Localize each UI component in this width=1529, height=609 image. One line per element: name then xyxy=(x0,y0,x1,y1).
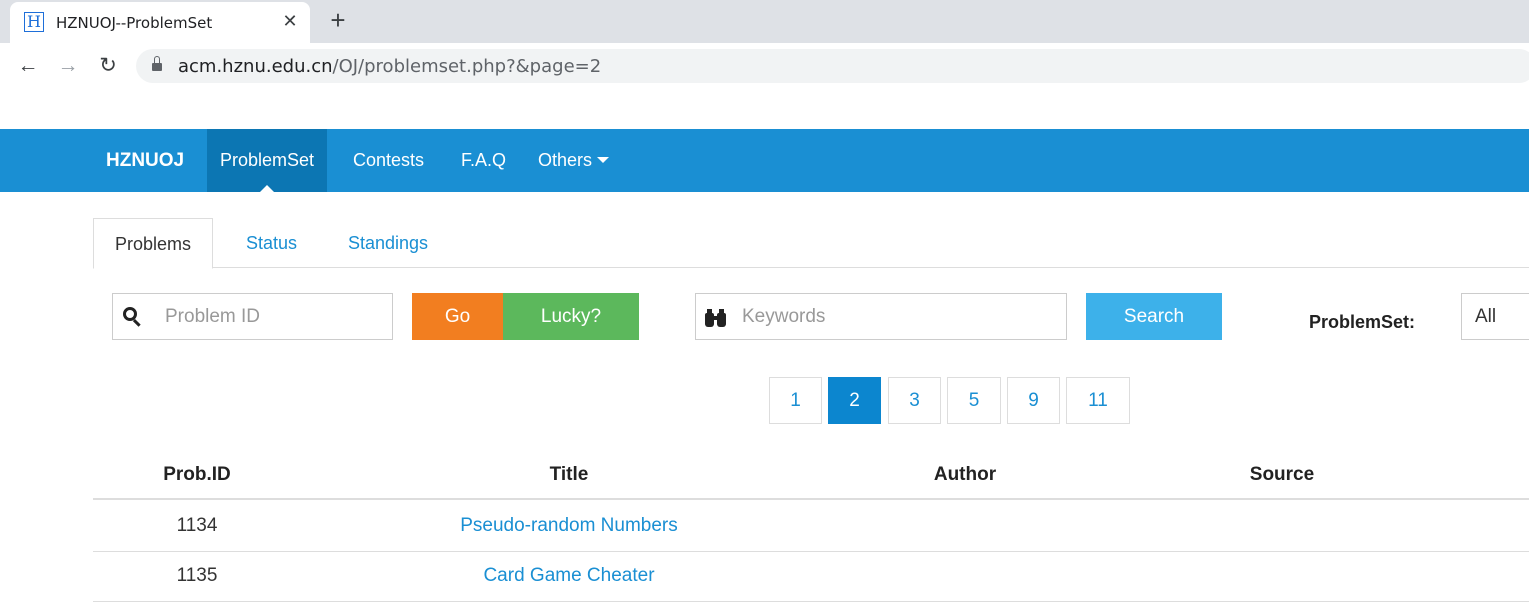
col-header-author[interactable]: Author xyxy=(865,452,1065,498)
keywords-input[interactable] xyxy=(742,294,1052,339)
problem-id: 1134 xyxy=(176,515,218,536)
site-navbar: HZNUOJ ProblemSet Contests F.A.Q Others xyxy=(0,129,1529,192)
problemset-select[interactable]: All xyxy=(1461,293,1529,340)
table-header: Prob.ID Title Author Source xyxy=(93,452,1529,500)
col-header-source[interactable]: Source xyxy=(1182,452,1382,498)
nav-problemset[interactable]: ProblemSet xyxy=(207,129,328,192)
page-link-current[interactable]: 2 xyxy=(828,377,881,424)
problem-id-input[interactable] xyxy=(165,294,385,339)
close-icon[interactable]: ✕ xyxy=(278,9,302,33)
plus-icon[interactable]: + xyxy=(324,6,352,34)
problem-source xyxy=(1182,501,1382,551)
problemset-label: ProblemSet: xyxy=(1309,312,1416,332)
col-header-probid[interactable]: Prob.ID xyxy=(147,452,247,498)
lucky-button[interactable]: Lucky? xyxy=(503,293,639,340)
problem-author xyxy=(865,551,1065,601)
problem-source xyxy=(1182,551,1382,601)
keywords-field xyxy=(695,293,1067,340)
browser-toolbar: ← → ↻ acm.hznu.edu.cn/OJ/problemset.php?… xyxy=(0,43,1529,89)
tab-status[interactable]: Status xyxy=(225,218,318,268)
lock-icon xyxy=(152,56,162,72)
col-header-title[interactable]: Title xyxy=(419,452,719,498)
page-link[interactable]: 3 xyxy=(888,377,941,424)
nav-faq[interactable]: F.A.Q xyxy=(448,129,519,192)
forward-icon[interactable]: → xyxy=(54,52,82,80)
binoculars-icon xyxy=(705,309,727,327)
problem-title-link[interactable]: Card Game Cheater xyxy=(419,551,719,601)
problem-id: 1135 xyxy=(176,565,218,586)
problem-title-link[interactable]: Pseudo-random Numbers xyxy=(419,501,719,551)
url-text[interactable]: acm.hznu.edu.cn/OJ/problemset.php?&page=… xyxy=(178,56,601,77)
tab-problems[interactable]: Problems xyxy=(93,218,214,269)
nav-others[interactable]: Others xyxy=(525,129,622,192)
browser-tab[interactable]: H HZNUOJ--ProblemSet ✕ xyxy=(10,2,310,43)
browser-tabstrip: H HZNUOJ--ProblemSet ✕ + xyxy=(0,0,1529,43)
page-link[interactable]: 9 xyxy=(1007,377,1060,424)
tab-standings[interactable]: Standings xyxy=(327,218,449,268)
tab-title: HZNUOJ--ProblemSet xyxy=(56,14,213,32)
back-icon[interactable]: ← xyxy=(14,52,42,80)
table-row: 1135 Card Game Cheater xyxy=(93,551,1529,602)
table-row: 1134 Pseudo-random Numbers xyxy=(93,501,1529,552)
page-link[interactable]: 5 xyxy=(947,377,1001,424)
address-bar[interactable]: acm.hznu.edu.cn/OJ/problemset.php?&page=… xyxy=(136,49,1529,83)
problem-id-field xyxy=(112,293,393,340)
search-button[interactable]: Search xyxy=(1086,293,1222,340)
search-icon xyxy=(123,307,143,327)
page-link[interactable]: 1 xyxy=(769,377,822,424)
favicon-icon: H xyxy=(24,12,44,32)
problem-author xyxy=(865,501,1065,551)
problem-tabs: Problems Status Standings xyxy=(93,218,1529,269)
caret-down-icon xyxy=(597,157,610,163)
reload-icon[interactable]: ↻ xyxy=(94,52,122,80)
page-link[interactable]: 11 xyxy=(1066,377,1130,424)
go-button[interactable]: Go xyxy=(412,293,503,340)
brand-logo[interactable]: HZNUOJ xyxy=(106,129,184,192)
nav-contests[interactable]: Contests xyxy=(340,129,437,192)
